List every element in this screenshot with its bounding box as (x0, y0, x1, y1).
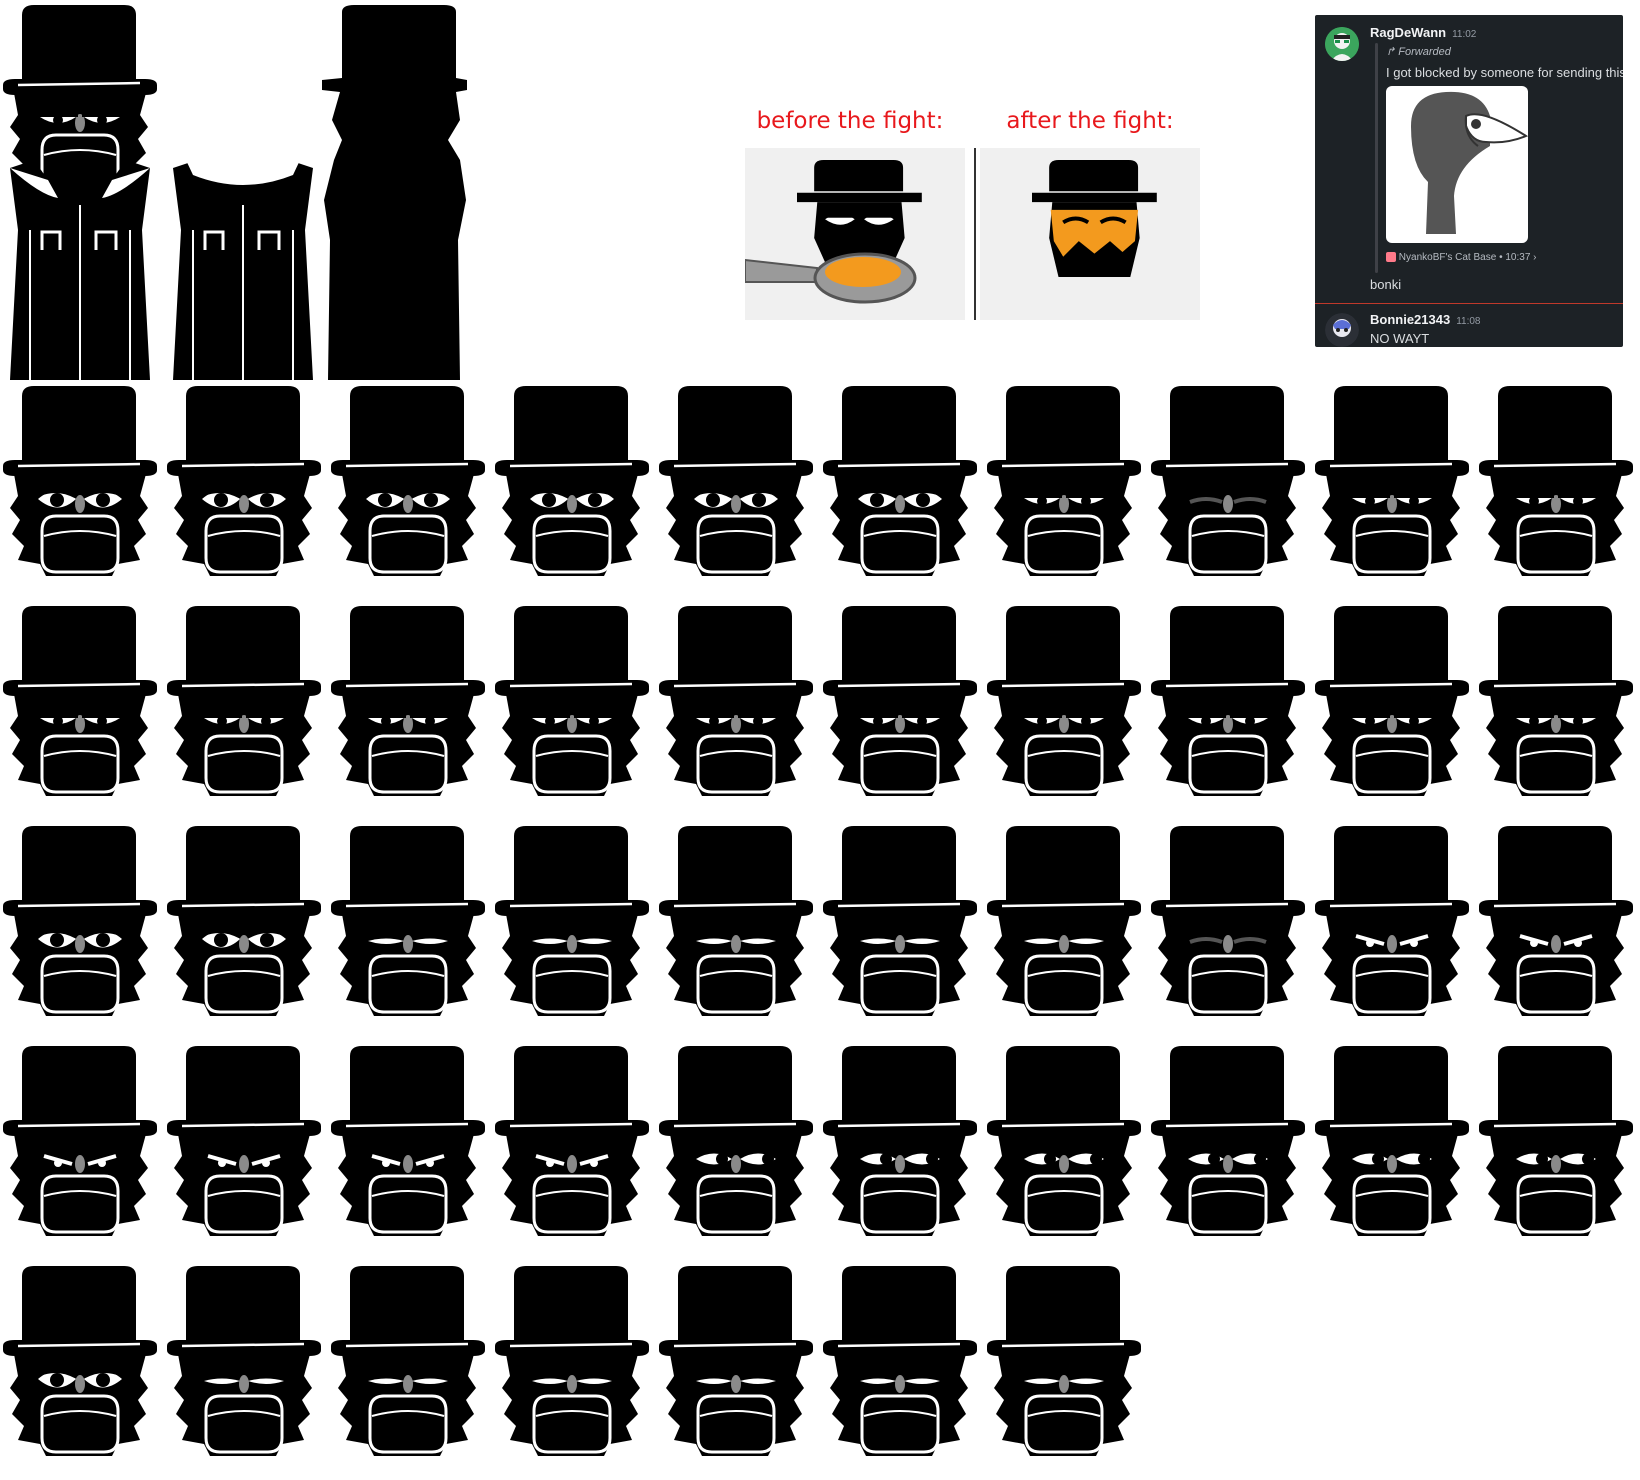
expression-sprite (985, 1264, 1143, 1458)
expression-sprite (1149, 1044, 1307, 1238)
expression-sprite (493, 604, 651, 798)
expression-sprite (821, 384, 979, 578)
expression-sprite (1, 1044, 159, 1238)
forwarded-message-text: I got blocked by someone for sending thi… (1386, 65, 1623, 80)
message-timestamp: 11:08 (1456, 316, 1481, 327)
expression-sprite (657, 384, 815, 578)
expression-sprite (1313, 1044, 1471, 1238)
new-messages-divider (1315, 303, 1623, 304)
expression-sprite (985, 604, 1143, 798)
expression-sprite (1149, 824, 1307, 1018)
meme-panel: before the fight: after the fight: (740, 100, 1205, 325)
expression-sprite (1477, 824, 1635, 1018)
expression-sprite (493, 824, 651, 1018)
message-username[interactable]: Bonnie21343 11:08 (1370, 312, 1481, 327)
expression-sprite (985, 824, 1143, 1018)
expression-sprite (329, 824, 487, 1018)
message-username[interactable]: RagDeWann 11:02 (1370, 25, 1476, 40)
message-timestamp: 11:02 (1452, 29, 1477, 40)
expression-sprite (1313, 384, 1471, 578)
user-avatar-icon (1325, 313, 1359, 347)
expression-sprite (1, 604, 159, 798)
meme-divider (974, 148, 976, 320)
expression-sprite (1477, 604, 1635, 798)
before-image (745, 148, 965, 320)
forwarded-image-attachment[interactable] (1386, 86, 1528, 243)
avatar[interactable] (1325, 313, 1359, 347)
expression-sprite (1, 1264, 159, 1458)
expression-sprite (1313, 604, 1471, 798)
expression-sprite (1313, 824, 1471, 1018)
expression-sprite (821, 1044, 979, 1238)
expression-sprite (493, 384, 651, 578)
expression-sprite (821, 824, 979, 1018)
expression-sprite (329, 604, 487, 798)
expression-sprite (657, 824, 815, 1018)
expression-sprite (165, 824, 323, 1018)
expression-sprite (821, 604, 979, 798)
expression-sprite (165, 604, 323, 798)
forward-arrow-icon: ↱ (1386, 46, 1396, 58)
before-caption: before the fight: (756, 108, 944, 134)
expression-sprite (985, 384, 1143, 578)
avatar[interactable] (1325, 27, 1359, 61)
expression-sprite (329, 1264, 487, 1458)
expression-sprite (1, 824, 159, 1018)
plague-mask-image (1411, 91, 1528, 234)
expression-sprite (329, 1044, 487, 1238)
after-image (980, 148, 1200, 320)
expression-sprite (493, 1264, 651, 1458)
expression-sprite (657, 1264, 815, 1458)
expression-sprite (657, 1044, 815, 1238)
forwarded-label: ↱ Forwarded (1386, 46, 1451, 58)
user-avatar-icon (1325, 27, 1359, 61)
server-icon (1386, 252, 1396, 263)
expression-sprite (329, 384, 487, 578)
expression-sprite (165, 1264, 323, 1458)
expression-sprite (985, 1044, 1143, 1238)
forward-bar (1375, 43, 1378, 273)
discord-screenshot: RagDeWann 11:02 ↱ Forwarded I got blocked… (1315, 15, 1623, 347)
after-caption: after the fight: (1006, 108, 1174, 134)
expression-sprite (165, 384, 323, 578)
reply-text: bonki (1370, 277, 1402, 292)
expression-sprite (165, 1044, 323, 1238)
expression-sprite (1149, 384, 1307, 578)
expression-sprite (821, 1264, 979, 1458)
expression-sprite (1, 384, 159, 578)
expression-sprite (1477, 384, 1635, 578)
message-text: NO WAYT (1370, 331, 1430, 346)
expression-sprite (1477, 1044, 1635, 1238)
chevron-right-icon: › (1533, 252, 1537, 263)
forward-source[interactable]: NyankoBF's Cat Base • 10:37 › (1386, 252, 1537, 263)
expression-sprite (657, 604, 815, 798)
expression-sprite (1149, 604, 1307, 798)
expression-sprite (493, 1044, 651, 1238)
